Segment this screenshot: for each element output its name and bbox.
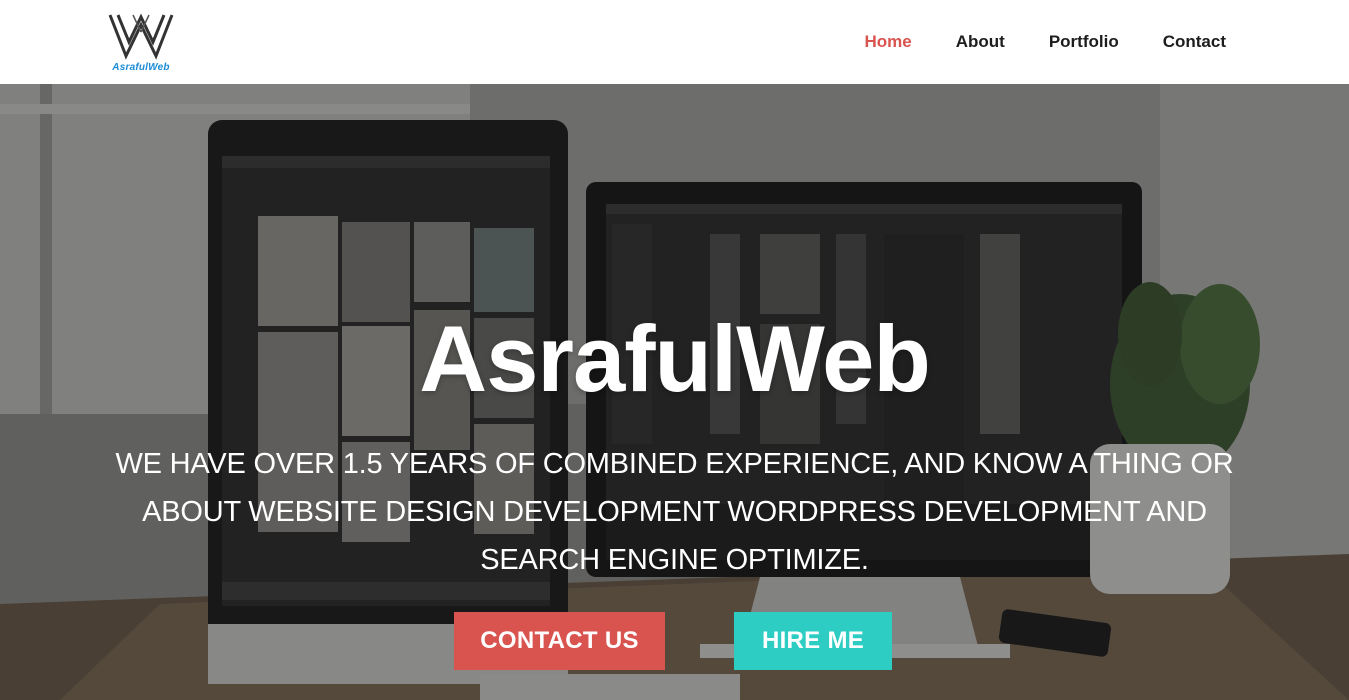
nav-item-portfolio: Portfolio (1049, 31, 1119, 53)
hero-section: AsrafulWeb WE HAVE OVER 1.5 YEARS OF COM… (0, 84, 1349, 700)
w-monogram-icon (108, 13, 174, 60)
hero-description: WE HAVE OVER 1.5 YEARS OF COMBINED EXPER… (115, 448, 1234, 576)
nav-item-contact: Contact (1163, 31, 1226, 53)
site-header: AsrafulWeb Home About Portfolio Contact (0, 0, 1349, 84)
brand-logo[interactable]: AsrafulWeb (106, 12, 176, 74)
main-nav: Home About Portfolio Contact (865, 31, 1227, 53)
hire-me-button[interactable]: HIRE ME (734, 612, 892, 670)
nav-item-home: Home (865, 31, 912, 53)
nav-item-about: About (956, 31, 1005, 53)
logo-text: AsrafulWeb (112, 62, 170, 73)
nav-link-contact[interactable]: Contact (1163, 32, 1226, 51)
nav-link-home[interactable]: Home (865, 32, 912, 51)
nav-link-about[interactable]: About (956, 32, 1005, 51)
hero-title: AsrafulWeb (419, 306, 931, 411)
contact-us-button[interactable]: CONTACT US (454, 612, 665, 670)
nav-link-portfolio[interactable]: Portfolio (1049, 32, 1119, 51)
